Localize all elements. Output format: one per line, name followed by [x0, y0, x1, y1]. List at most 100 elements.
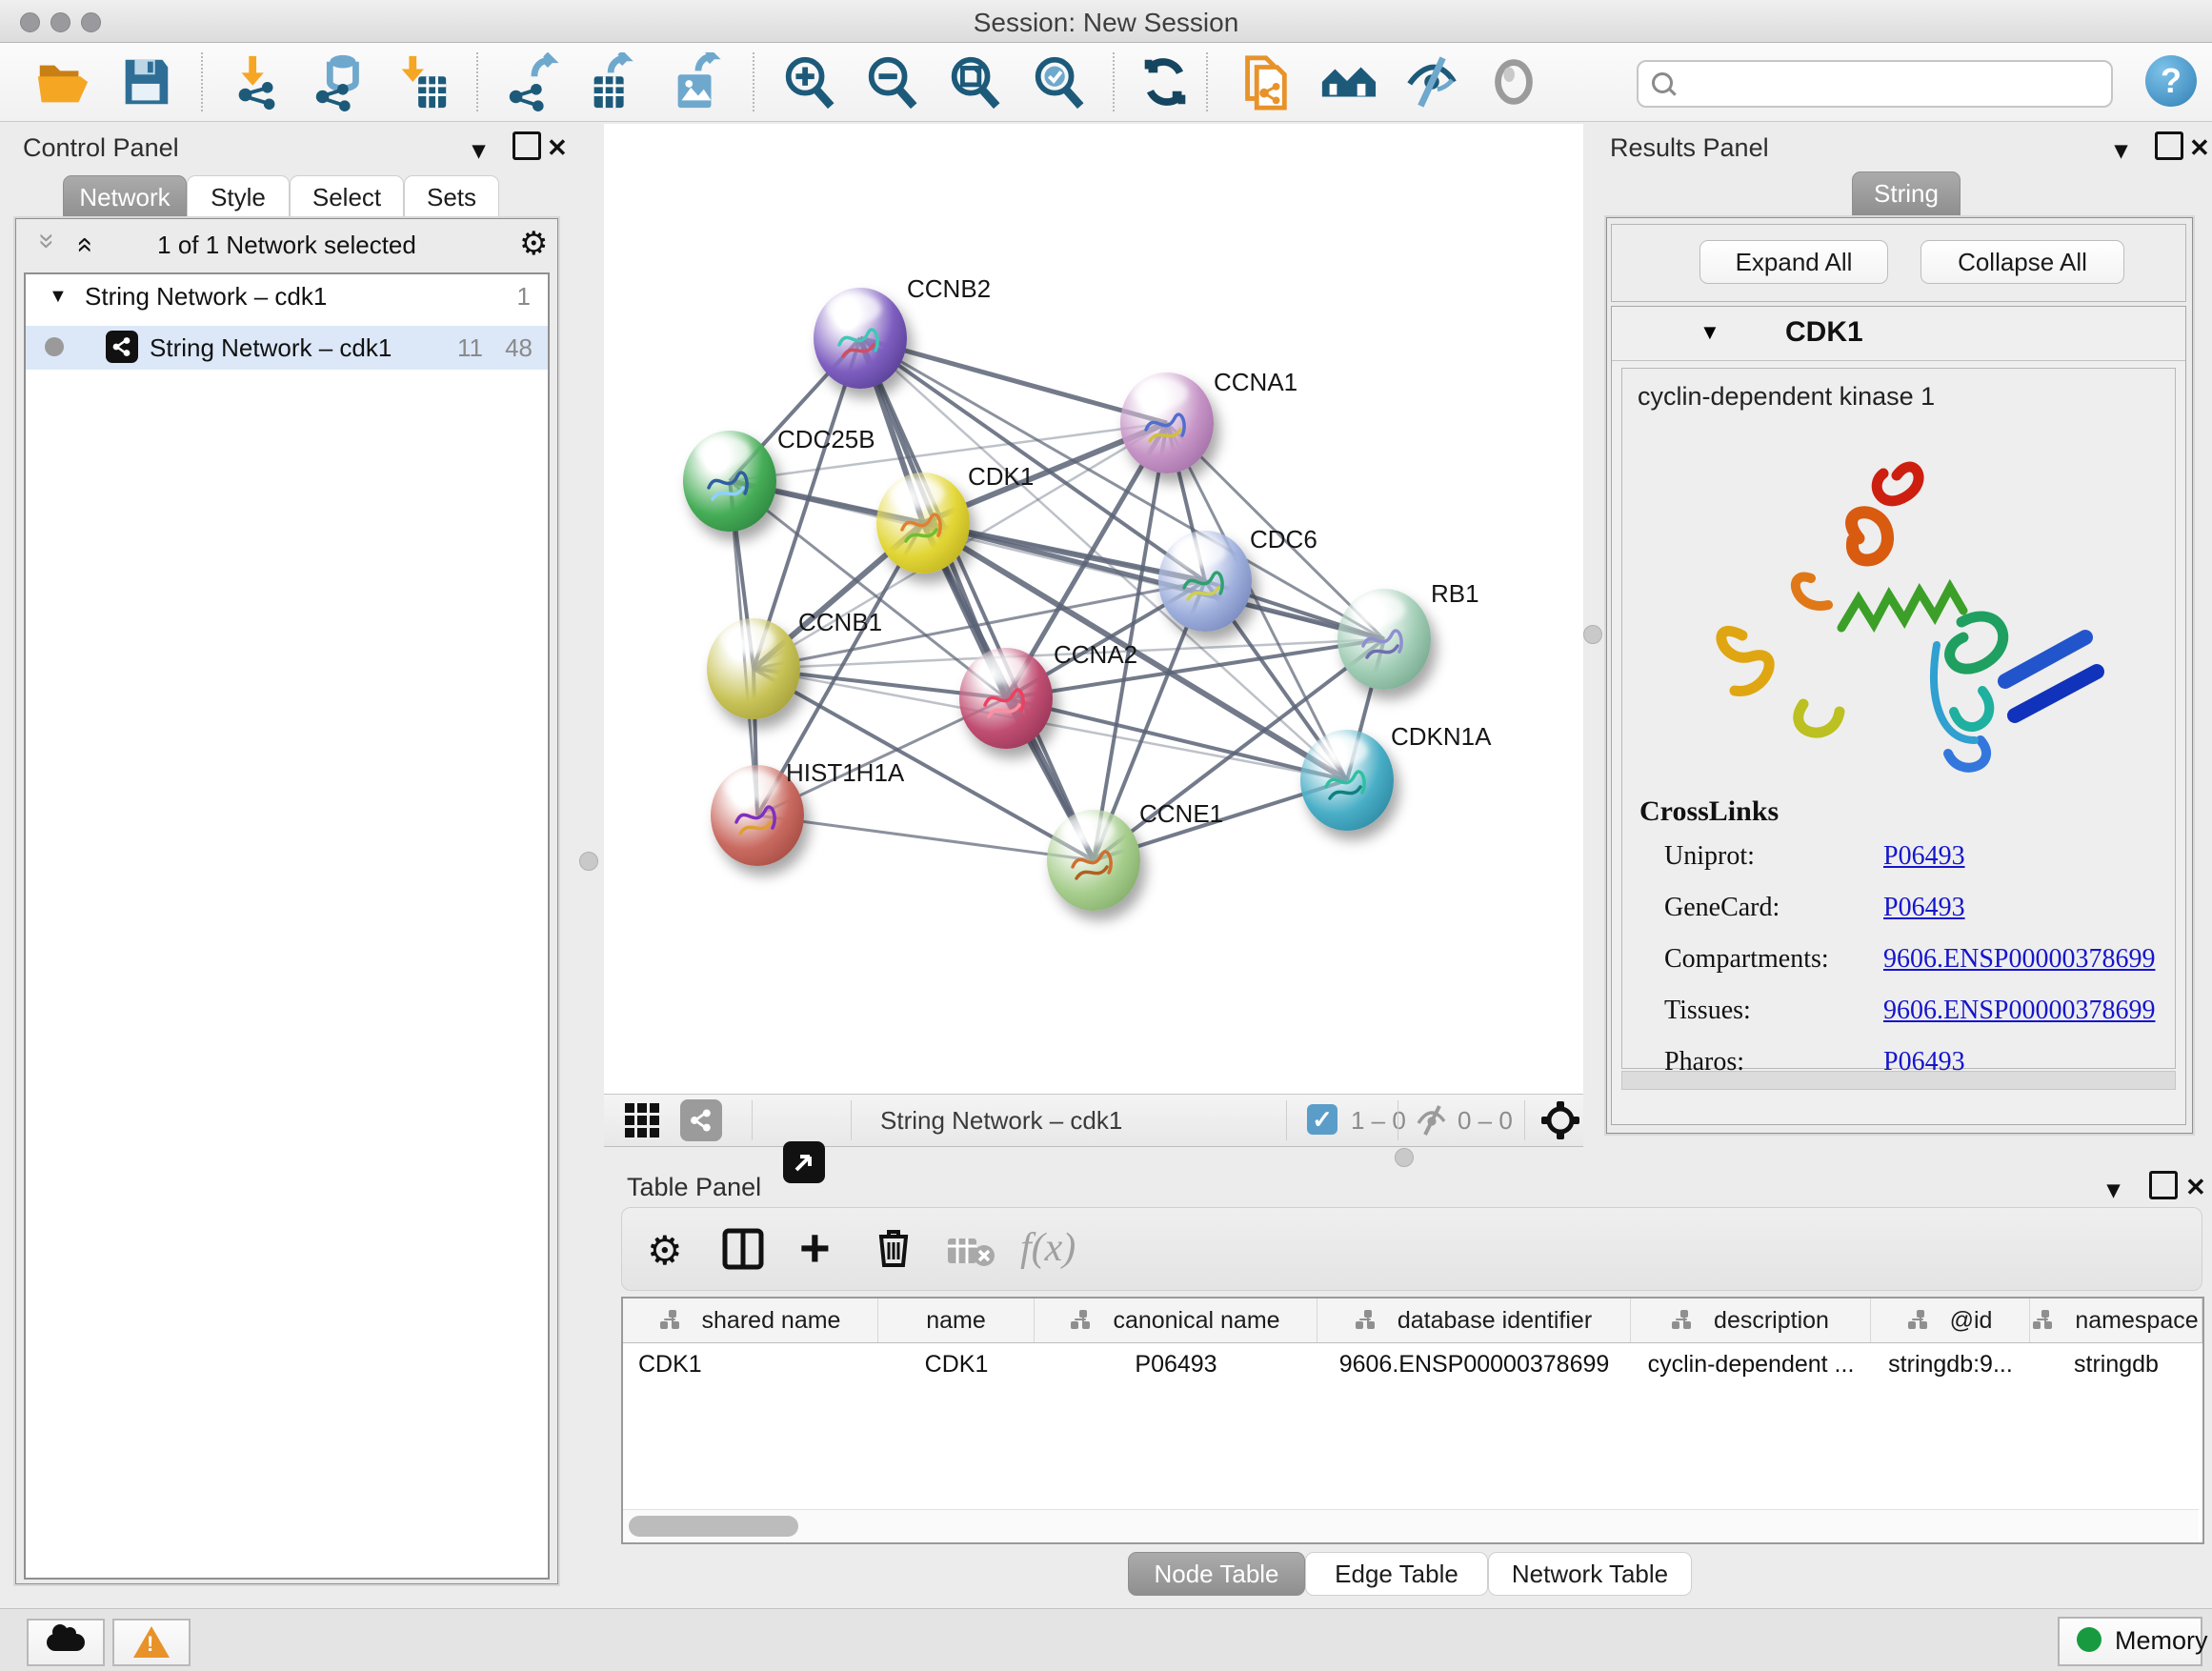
- crosslink-link[interactable]: 9606.ENSP00000378699: [1883, 996, 2155, 1026]
- cell-canonical-name[interactable]: P06493: [1035, 1343, 1317, 1385]
- tab-style[interactable]: Style: [187, 175, 290, 219]
- column-visibility-icon[interactable]: [721, 1227, 765, 1276]
- export-image-button[interactable]: [667, 52, 726, 111]
- column-header-shared-name[interactable]: shared name: [623, 1299, 878, 1342]
- protein-ribbon-thumbnail: [729, 790, 786, 847]
- network-badge-icon[interactable]: [680, 1099, 722, 1141]
- delete-column-icon[interactable]: [872, 1225, 915, 1274]
- warnings-button[interactable]: [112, 1619, 191, 1666]
- node-CCNB1[interactable]: [707, 618, 800, 719]
- crosshair-icon[interactable]: [1539, 1099, 1581, 1146]
- table-panel-close-icon[interactable]: ✕: [2185, 1173, 2206, 1202]
- zoom-fit-button[interactable]: [945, 52, 1004, 111]
- node-CDK1[interactable]: [876, 473, 970, 574]
- node-CDC25B[interactable]: [683, 431, 776, 532]
- zoom-selected-button[interactable]: [1029, 52, 1088, 111]
- results-panel-float-icon[interactable]: [2155, 131, 2183, 160]
- tab-edge-table[interactable]: Edge Table: [1305, 1552, 1488, 1596]
- help-button[interactable]: ?: [2145, 55, 2197, 107]
- cell-description[interactable]: cyclin-dependent ...: [1631, 1343, 1871, 1385]
- column-header-name[interactable]: name: [878, 1299, 1035, 1342]
- open-session-button[interactable]: [32, 52, 91, 111]
- tab-network-table[interactable]: Network Table: [1488, 1552, 1692, 1596]
- export-table-button[interactable]: [583, 52, 642, 111]
- home-button[interactable]: [1318, 52, 1377, 111]
- results-scroll-strip[interactable]: [1621, 1071, 2176, 1090]
- expand-all-button[interactable]: Expand All: [1699, 240, 1888, 284]
- column-header-namespace[interactable]: namespace: [2030, 1299, 2202, 1342]
- crosslink-link[interactable]: 9606.ENSP00000378699: [1883, 944, 2155, 975]
- horizontal-scrollbar[interactable]: [623, 1509, 2199, 1542]
- tree-expander-icon[interactable]: ▼: [49, 286, 68, 308]
- tab-network[interactable]: Network: [63, 175, 187, 219]
- column-header-canonical-name[interactable]: canonical name: [1035, 1299, 1317, 1342]
- toolbar-separator: [1524, 1100, 1525, 1140]
- table-panel-float-icon[interactable]: [2149, 1171, 2178, 1199]
- zoom-out-button[interactable]: [862, 52, 921, 111]
- node-CCNB2[interactable]: [814, 288, 907, 389]
- network-row-selected[interactable]: String Network – cdk1 11 48: [26, 326, 548, 370]
- horizontal-splitter-handle[interactable]: [1395, 1148, 1414, 1167]
- crosslink-link[interactable]: P06493: [1883, 841, 1965, 872]
- import-network-file-button[interactable]: [229, 52, 288, 111]
- table-row[interactable]: CDK1CDK1P064939606.ENSP00000378699cyclin…: [623, 1343, 2202, 1385]
- crosslink-link[interactable]: P06493: [1883, 893, 1965, 923]
- table-panel-menu-icon[interactable]: ▾: [2107, 1175, 2120, 1204]
- control-panel-float-icon[interactable]: [513, 131, 541, 160]
- save-session-button[interactable]: [116, 52, 175, 111]
- network-options-gear-icon[interactable]: ⚙: [519, 225, 548, 263]
- table-settings-gear-icon[interactable]: ⚙: [647, 1227, 683, 1274]
- show-all-button[interactable]: [1484, 52, 1543, 111]
- tab-sets[interactable]: Sets: [404, 175, 499, 219]
- cloud-icon: [47, 1634, 85, 1651]
- import-network-url-button[interactable]: [1235, 52, 1294, 111]
- cell-name[interactable]: CDK1: [878, 1343, 1035, 1385]
- network-collection-row[interactable]: ▼ String Network – cdk1 1: [26, 274, 548, 326]
- cloud-status-button[interactable]: [27, 1619, 105, 1666]
- tab-node-table[interactable]: Node Table: [1128, 1552, 1305, 1596]
- cell-database-identifier[interactable]: 9606.ENSP00000378699: [1317, 1343, 1631, 1385]
- vertical-splitter-handle-left[interactable]: [579, 852, 598, 871]
- current-network-indicator: [45, 337, 64, 356]
- hide-selected-button[interactable]: [1402, 52, 1461, 111]
- crosslink-row: Compartments:9606.ENSP00000378699: [1664, 944, 2160, 975]
- memory-button[interactable]: Memory: [2058, 1617, 2202, 1666]
- export-network-button[interactable]: [503, 52, 562, 111]
- node-CDC6[interactable]: [1158, 531, 1252, 632]
- import-network-database-button[interactable]: [310, 52, 369, 111]
- results-panel-close-icon[interactable]: ✕: [2189, 133, 2210, 163]
- tab-string[interactable]: String: [1852, 171, 1961, 215]
- crosslink-label: Tissues:: [1664, 996, 1883, 1026]
- node-CCNE1[interactable]: [1047, 810, 1140, 911]
- refresh-layout-button[interactable]: [1136, 52, 1195, 111]
- column-header-database-identifier[interactable]: database identifier: [1317, 1299, 1631, 1342]
- crosslink-label: GeneCard:: [1664, 893, 1883, 923]
- node-CCNA1[interactable]: [1120, 372, 1214, 473]
- network-canvas[interactable]: CCNB2CCNA1CDC25BCDK1CDC6RB1CCNB1CCNA2CDK…: [604, 124, 1583, 1094]
- cell-shared-name[interactable]: CDK1: [623, 1343, 878, 1385]
- results-panel-menu-icon[interactable]: ▾: [2115, 135, 2127, 165]
- status-bar: Memory: [0, 1608, 2212, 1671]
- control-panel-close-icon[interactable]: ✕: [547, 133, 568, 163]
- zoom-in-button[interactable]: [779, 52, 838, 111]
- column-header-description[interactable]: description: [1631, 1299, 1871, 1342]
- node-CCNA2[interactable]: [959, 648, 1053, 749]
- search-input[interactable]: [1637, 60, 2113, 108]
- control-panel: Control Panel ▾ ✕ Network Style Select S…: [8, 126, 570, 1587]
- import-table-file-button[interactable]: [392, 52, 452, 111]
- horizontal-scrollbar-thumb[interactable]: [629, 1516, 798, 1537]
- selected-nodes-checkbox[interactable]: ✓: [1307, 1104, 1337, 1135]
- toolbar-separator: [753, 52, 754, 111]
- entry-expander-icon[interactable]: ▼: [1699, 320, 1720, 345]
- node-RB1[interactable]: [1337, 589, 1431, 690]
- control-panel-menu-icon[interactable]: ▾: [473, 135, 485, 165]
- grid-view-icon[interactable]: [621, 1099, 663, 1141]
- tab-select[interactable]: Select: [290, 175, 404, 219]
- column-header--id[interactable]: @id: [1871, 1299, 2030, 1342]
- collapse-all-button[interactable]: Collapse All: [1920, 240, 2124, 284]
- cell-namespace[interactable]: stringdb: [2030, 1343, 2202, 1385]
- add-column-icon[interactable]: +: [799, 1223, 831, 1273]
- cell--id[interactable]: stringdb:9...: [1871, 1343, 2030, 1385]
- node-CDKN1A[interactable]: [1300, 730, 1394, 831]
- edge-HIST1H1A-CCNE1[interactable]: [757, 815, 1094, 860]
